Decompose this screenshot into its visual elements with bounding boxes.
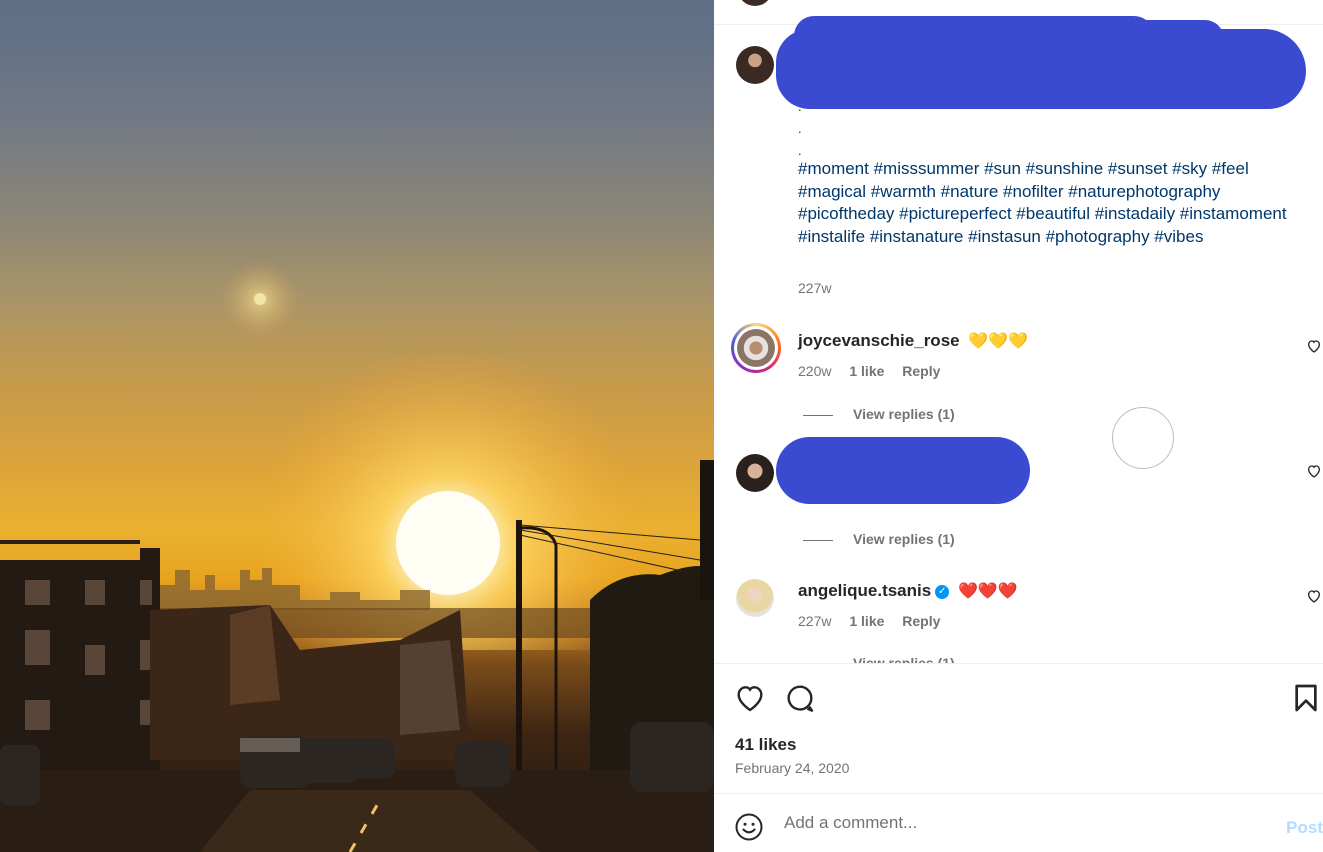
comment-likes[interactable]: 1 like — [849, 613, 884, 629]
commenter-avatar[interactable] — [736, 454, 774, 492]
cursor-ripple — [1112, 407, 1174, 469]
sunset-scene — [0, 260, 714, 852]
comment-avatar-story-ring[interactable] — [731, 323, 781, 373]
likes-count[interactable]: 41 likes — [735, 735, 796, 755]
comment-input[interactable] — [784, 813, 1244, 833]
replies-divider-line — [803, 414, 833, 416]
like-heart-icon[interactable] — [734, 682, 766, 714]
caption-timestamp[interactable]: 227w — [798, 280, 831, 296]
redacted-caption-header — [1044, 20, 1224, 58]
author-avatar[interactable] — [739, 0, 771, 6]
commenter-avatar — [737, 329, 775, 367]
like-comment-heart-icon[interactable] — [1306, 588, 1322, 604]
view-replies-button[interactable]: View replies (1) — [803, 655, 955, 663]
comment-likes[interactable]: 1 like — [849, 363, 884, 379]
redacted-comment — [776, 437, 1030, 504]
avatar-ring-gap — [734, 326, 778, 370]
view-replies-label[interactable]: View replies (1) — [853, 655, 955, 663]
comment-username-text[interactable]: joycevanschie_rose — [798, 331, 960, 350]
comment-text: ❤️❤️❤️ — [957, 583, 1018, 600]
comment-meta: 227w 1 like Reply — [798, 613, 954, 629]
commenter-avatar[interactable] — [736, 579, 774, 617]
like-comment-heart-icon[interactable] — [1306, 338, 1322, 354]
comment-text: 💛💛💛 — [968, 333, 1029, 350]
comment-username[interactable]: angelique.tsanis ✓ ❤️❤️❤️ — [798, 581, 1018, 601]
instagram-post-view: . . . #moment #misssummer #sun #sunshine… — [0, 0, 1323, 852]
emoji-icon[interactable] — [734, 812, 764, 842]
reply-button[interactable]: Reply — [902, 613, 940, 629]
view-replies-button[interactable]: View replies (1) — [803, 406, 955, 422]
post-photo[interactable] — [0, 0, 714, 852]
reply-button[interactable]: Reply — [902, 363, 940, 379]
caption-hashtags[interactable]: #moment #misssummer #sun #sunshine #suns… — [798, 158, 1298, 248]
view-replies-label[interactable]: View replies (1) — [853, 406, 955, 422]
comment-meta: 220w 1 like Reply — [798, 363, 954, 379]
comment-username-text[interactable]: angelique.tsanis — [798, 581, 931, 600]
add-comment-bar: Post — [714, 793, 1323, 852]
comment-time[interactable]: 227w — [798, 613, 831, 629]
post-detail-panel: . . . #moment #misssummer #sun #sunshine… — [714, 0, 1323, 852]
save-bookmark-icon[interactable] — [1290, 682, 1322, 714]
post-comment-button[interactable]: Post — [1286, 818, 1323, 838]
replies-divider-line — [803, 539, 833, 541]
post-date[interactable]: February 24, 2020 — [735, 760, 849, 776]
like-comment-heart-icon[interactable] — [1306, 463, 1322, 479]
comment-username[interactable]: joycevanschie_rose 💛💛💛 — [798, 331, 1028, 351]
caption-author-avatar[interactable] — [736, 46, 774, 84]
comment-time[interactable]: 220w — [798, 363, 831, 379]
post-actions: 41 likes February 24, 2020 — [714, 663, 1323, 794]
view-replies-label[interactable]: View replies (1) — [853, 531, 955, 547]
verified-badge-icon: ✓ — [935, 584, 950, 599]
comment-bubble-icon[interactable] — [784, 682, 816, 714]
caption-dots: . . . — [798, 96, 802, 162]
caption-dot: . — [798, 99, 802, 114]
caption-dot: . — [798, 121, 802, 136]
view-replies-button[interactable]: View replies (1) — [803, 531, 955, 547]
